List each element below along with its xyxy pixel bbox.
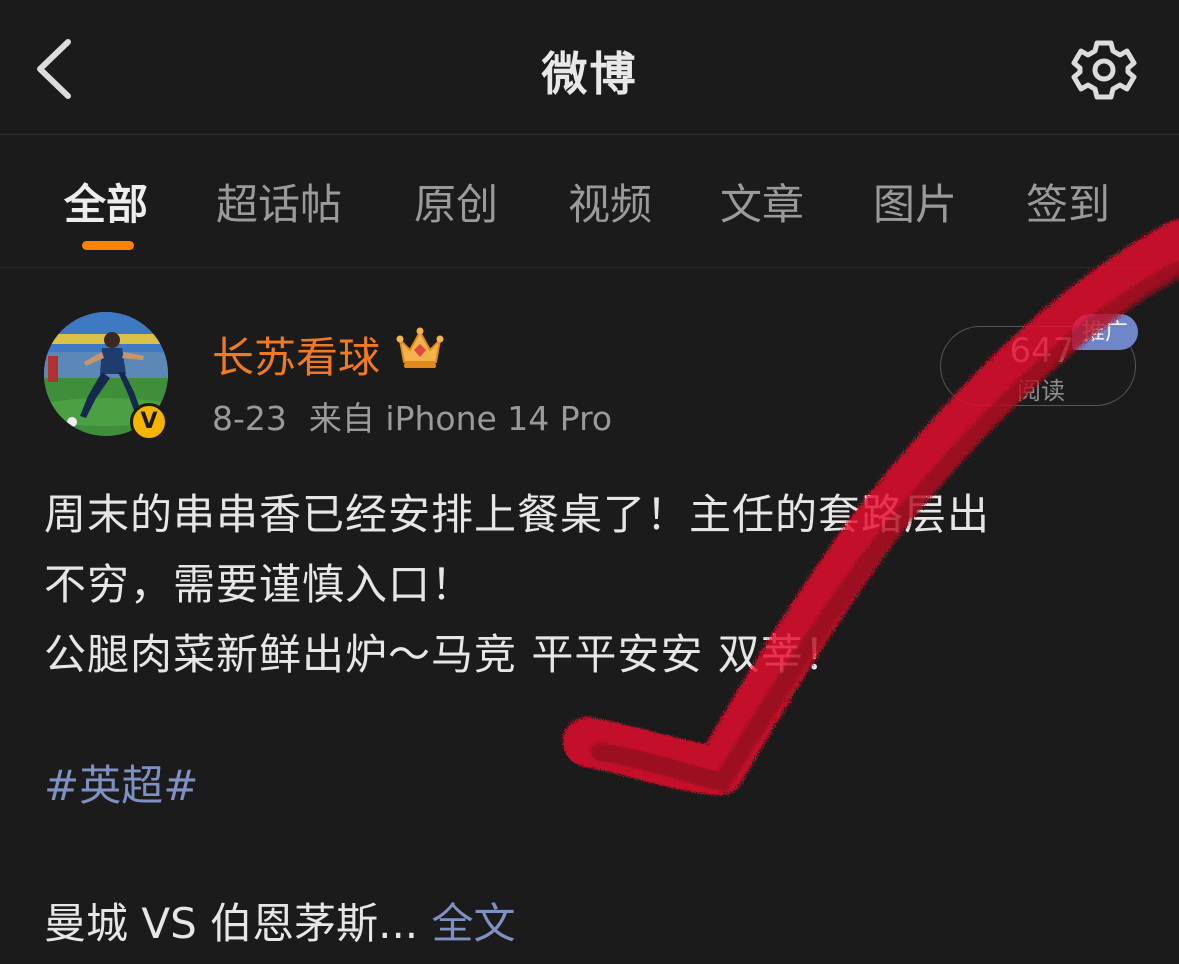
page-title: 微博 xyxy=(541,47,638,101)
post-text-truncated: 曼城 VS 伯恩茅斯... 全文 xyxy=(44,890,516,951)
post-card: V 长苏看球 8-23 来自 iPhone 14 Pro 647 阅读 推广 周末… xyxy=(0,268,1179,964)
post-date: 8-23 xyxy=(212,399,287,438)
filter-tab-bar: 全部 超话帖 原创 视频 文章 图片 签到 xyxy=(0,135,1179,268)
post-text-line: 周末的串串香已经安排上餐桌了！主任的套路层出 xyxy=(44,490,991,539)
author-name[interactable]: 长苏看球 xyxy=(212,324,380,385)
post-meta: 8-23 来自 iPhone 14 Pro xyxy=(212,392,612,440)
crown-icon xyxy=(396,327,444,368)
tab-image[interactable]: 图片 xyxy=(873,171,957,232)
tab-super-topic[interactable]: 超话帖 xyxy=(216,171,342,232)
post-text: 周末的串串香已经安排上餐桌了！主任的套路层出 不穷，需要谨慎入口！ 公腿肉菜新鲜… xyxy=(44,480,1134,690)
post-text-line: 不穷，需要谨慎入口！ xyxy=(44,560,475,609)
match-text: 曼城 VS 伯恩茅斯... xyxy=(44,899,432,948)
tab-video[interactable]: 视频 xyxy=(568,171,652,232)
tab-article[interactable]: 文章 xyxy=(720,171,804,232)
post-source: 来自 iPhone 14 Pro xyxy=(308,399,613,438)
tab-checkin[interactable]: 签到 xyxy=(1026,171,1110,232)
post-text-line: 公腿肉菜新鲜出炉～马竞 平平安安 双莘！ xyxy=(44,630,847,679)
hashtag-link[interactable]: #英超# xyxy=(44,752,198,813)
read-label: 阅读 xyxy=(1017,377,1065,405)
top-nav-bar: 微博 xyxy=(0,0,1179,135)
active-tab-indicator xyxy=(82,241,134,250)
promoted-badge: 推广 xyxy=(1072,314,1138,350)
full-text-link[interactable]: 全文 xyxy=(432,899,516,948)
verified-badge: V xyxy=(130,403,168,441)
tab-original[interactable]: 原创 xyxy=(414,171,498,232)
gear-icon[interactable] xyxy=(1070,36,1138,104)
tab-all[interactable]: 全部 xyxy=(64,171,148,232)
